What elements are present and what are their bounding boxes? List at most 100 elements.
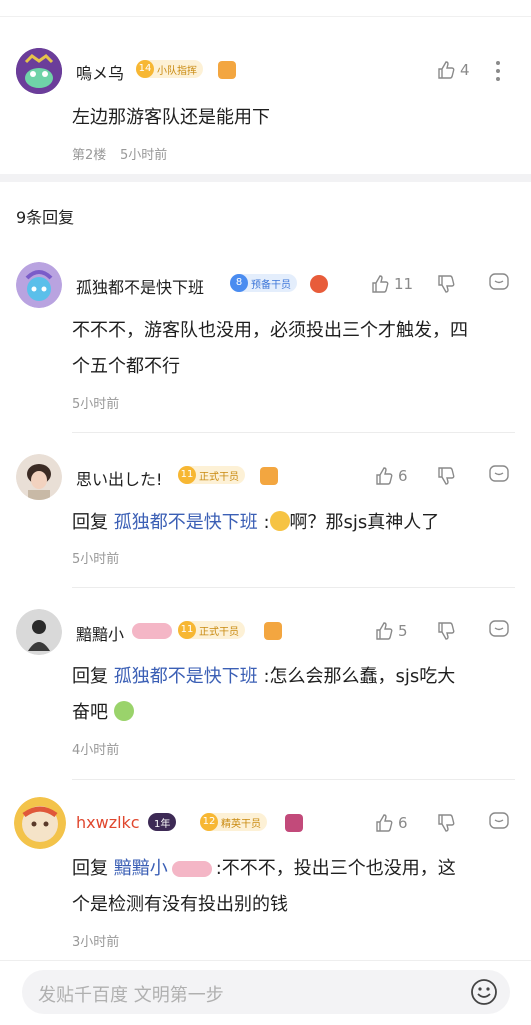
section-divider [0,174,531,182]
like-count: 4 [460,61,470,79]
main-comment: 嗚メ乌 14 小队指挥 4 左边那游客队还是能用下 第2楼 5小时前 [0,18,531,175]
thumbs-up-icon [376,814,393,832]
like-button[interactable]: 5 [374,621,408,641]
divider [72,432,515,433]
reply-body-line2: 奋吧 [72,702,108,723]
avatar[interactable] [16,48,62,94]
candy-icon [171,861,212,877]
divider [72,587,515,588]
reply-text: 回复 孤独都不是快下班 : 啊？那sjs真神人了 [72,505,439,541]
medal-icon [260,467,278,485]
reply-body: 啊？那sjs真神人了 [289,512,440,533]
reply-icon[interactable] [488,811,510,837]
reply-icon[interactable] [488,272,510,298]
year-badge: 1年 [148,813,177,831]
candy-icon [132,623,172,639]
badge-title: 预备干员 [251,279,291,291]
comment-composer: 发贴千百度 文明第一步 [0,960,531,1025]
level-badge: 11 正式干员 [178,621,245,639]
badge-title: 正式干员 [199,471,239,483]
emoji-icon [113,701,134,721]
timestamp: 5小时前 [72,397,120,412]
replies-header: 9条回复 [16,208,75,227]
top-bar [0,0,531,17]
level-number: 8 [230,274,248,292]
reply-item: 思い出した! 11 正式干员 6 回复 孤独都不是快下班 : 啊？那sjs真神人了… [0,434,531,589]
comment-input[interactable]: 发贴千百度 文明第一步 [22,970,510,1014]
username[interactable]: 孤独都不是快下班 [76,274,204,298]
emoji-picker-icon[interactable] [470,978,498,1010]
level-number: 12 [200,813,218,831]
medal-icon [264,622,282,640]
level-number: 11 [178,466,196,484]
level-number: 14 [136,60,154,78]
timestamp: 5小时前 [120,148,168,163]
medal-icon [285,814,303,832]
like-count: 6 [398,814,408,832]
thumbs-up-icon [438,61,455,79]
emoji-icon [269,511,290,531]
username[interactable]: 嗚メ乌 [76,60,124,84]
level-badge: 11 正式干员 [178,466,245,484]
like-button[interactable]: 11 [370,274,413,294]
avatar[interactable] [14,797,66,849]
medal-icon [218,61,236,79]
username[interactable]: 黯黯小 [76,621,124,645]
reply-prefix: 回复 [72,858,108,879]
reply-body: :怎么会那么蠢，sjs吃大 [263,666,456,687]
reply-to-user-link[interactable]: 孤独都不是快下班 [114,512,258,533]
reply-text-line: 个五个都不行 [72,356,180,377]
reply-colon: : [263,512,270,533]
reply-item: 黯黯小 11 正式干员 5 回复 孤独都不是快下班 :怎么会那么蠢，sjs吃大 … [0,589,531,781]
badge-title: 正式干员 [199,626,239,638]
medal-icon [310,275,328,293]
comment-text: 左边那游客队还是能用下 [72,107,270,128]
like-count: 5 [398,622,408,640]
timestamp: 4小时前 [72,743,120,758]
more-icon[interactable] [494,60,502,86]
reply-item: hxwzlkc 1年 12 精英干员 6 回复 黯黯小 :不不不，投出三个也没用，… [0,781,531,959]
like-count: 11 [394,275,414,293]
like-button[interactable]: 4 [436,60,470,80]
reply-to-user-link[interactable]: 黯黯小 [114,858,168,879]
username[interactable]: hxwzlkc [76,813,140,832]
reply-text-line: 不不不，游客队也没用，必须投出三个才触发，四 [72,320,468,341]
reply-icon[interactable] [488,619,510,645]
thumbs-down-icon[interactable] [436,621,456,645]
avatar[interactable] [16,262,62,308]
badge-title: 小队指挥 [157,65,197,77]
thumbs-up-icon [376,622,393,640]
thumbs-up-icon [372,275,389,293]
reply-prefix: 回复 [72,666,108,687]
thumbs-down-icon[interactable] [436,274,456,298]
username[interactable]: 思い出した! [76,466,162,490]
reply-item: 孤独都不是快下班 8 预备干员 11 不不不，游客队也没用，必须投出三个才触发，… [0,256,531,434]
reply-text: 回复 黯黯小 :不不不，投出三个也没用，这 个是检测有没有投出别的钱 [72,851,522,923]
reply-prefix: 回复 [72,512,108,533]
reply-text: 不不不，游客队也没用，必须投出三个才触发，四 个五个都不行 [72,313,522,385]
reply-icon[interactable] [488,464,510,490]
like-button[interactable]: 6 [374,813,408,833]
floor-number: 第2楼 [72,148,107,163]
comment-input-placeholder: 发贴千百度 文明第一步 [38,985,224,1006]
avatar[interactable] [16,454,62,500]
year-badge-text: 1年 [154,818,171,830]
level-badge: 8 预备干员 [230,274,297,292]
reply-to-user-link[interactable]: 孤独都不是快下班 [114,666,258,687]
thumbs-down-icon[interactable] [436,466,456,490]
reply-body: :不不不，投出三个也没用，这 [215,858,456,879]
reply-body-line2: 个是检测有没有投出别的钱 [72,894,288,915]
divider [72,779,515,780]
level-number: 11 [178,621,196,639]
badge-title: 精英干员 [221,818,261,830]
thumbs-down-icon[interactable] [436,813,456,837]
thumbs-up-icon [376,467,393,485]
like-count: 6 [398,467,408,485]
level-badge: 12 精英干员 [200,813,267,831]
avatar[interactable] [16,609,62,655]
reply-text: 回复 孤独都不是快下班 :怎么会那么蠢，sjs吃大 奋吧 [72,659,522,731]
level-badge: 14 小队指挥 [136,60,203,78]
like-button[interactable]: 6 [374,466,408,486]
timestamp: 5小时前 [72,552,120,567]
timestamp: 3小时前 [72,935,120,950]
